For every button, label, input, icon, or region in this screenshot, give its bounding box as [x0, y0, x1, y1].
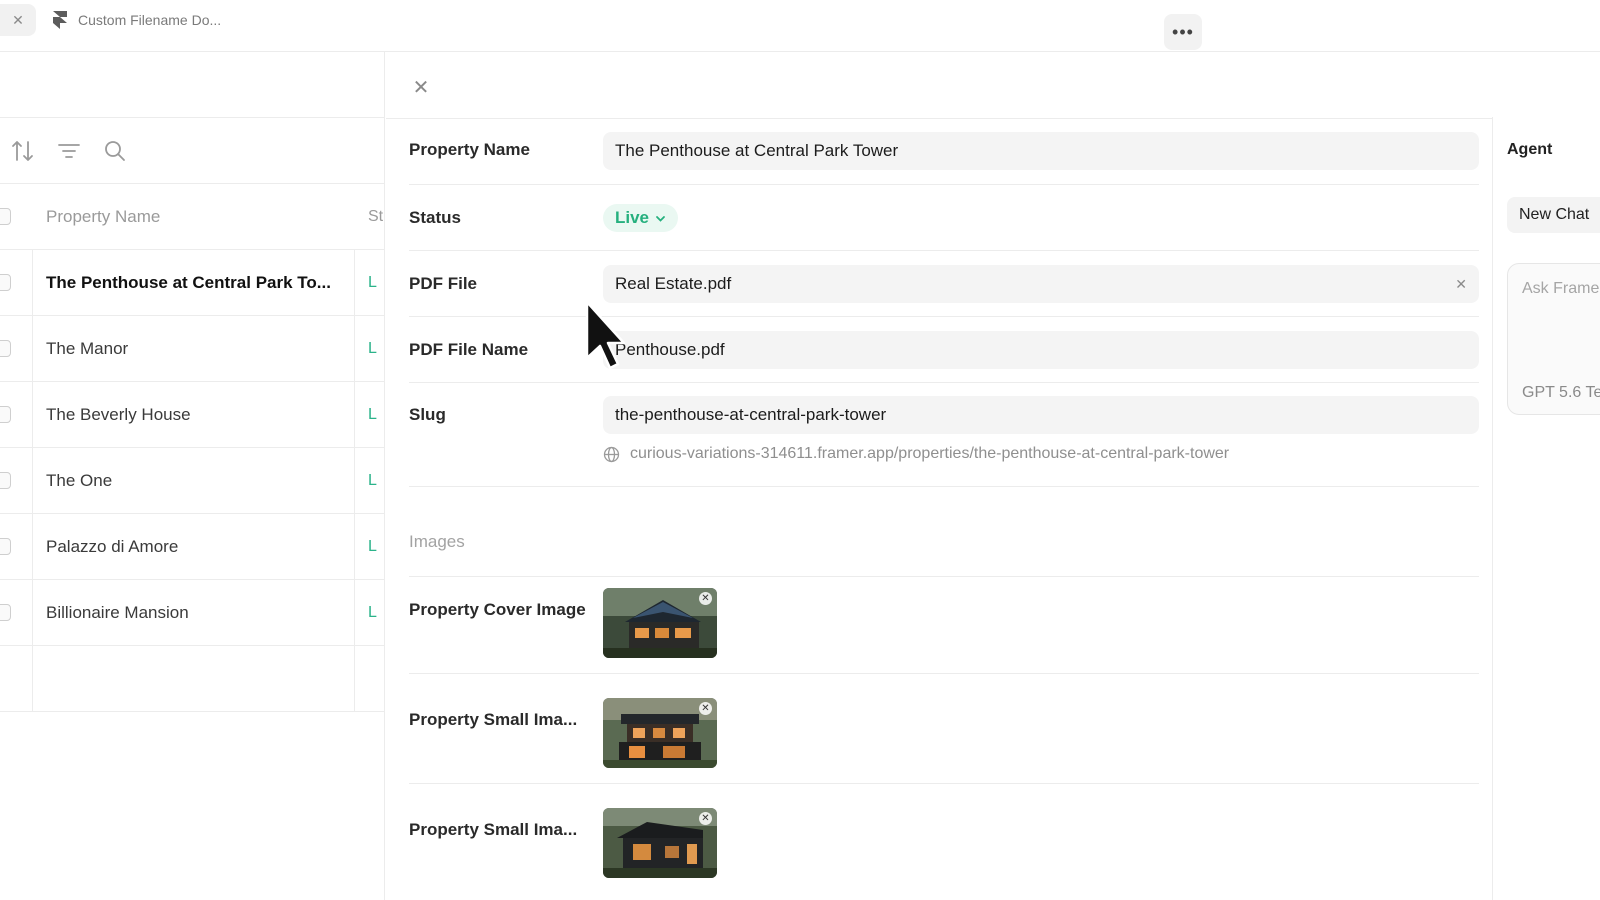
- tab-title: Custom Filename Do...: [78, 12, 222, 28]
- field-label: Property Cover Image: [409, 600, 586, 619]
- sort-icon[interactable]: [10, 138, 36, 164]
- row-name: The Manor: [46, 338, 129, 358]
- search-icon[interactable]: [102, 138, 128, 164]
- ellipsis-icon: •••: [1172, 21, 1194, 42]
- list-toolbar: [0, 118, 384, 184]
- field-slug: Slug the-penthouse-at-central-park-tower…: [409, 383, 1479, 487]
- cover-image-thumbnail[interactable]: ✕: [603, 588, 717, 658]
- slug-url-preview[interactable]: curious-variations-314611.framer.app/pro…: [603, 445, 1229, 463]
- row-name: Palazzo di Amore: [46, 536, 179, 556]
- select-all-checkbox[interactable]: [0, 208, 11, 225]
- status-value: Live: [615, 208, 650, 227]
- field-label: Slug: [409, 405, 446, 424]
- row-checkbox[interactable]: [0, 406, 11, 423]
- chevron-down-icon: [656, 215, 665, 222]
- close-tab-button[interactable]: ✕: [0, 4, 36, 36]
- divider: [409, 673, 1479, 674]
- field-status: Status Live: [409, 185, 1479, 251]
- row-name: The Beverly House: [46, 404, 191, 424]
- column-header-property-name[interactable]: Property Name: [46, 207, 160, 227]
- new-chat-button[interactable]: New Chat: [1507, 197, 1600, 233]
- agent-panel: Agent New Chat Ask Frame GPT 5.6 Te: [1492, 117, 1600, 900]
- row-status: L: [368, 405, 377, 423]
- status-dropdown[interactable]: Live: [603, 204, 679, 232]
- column-divider: [354, 250, 355, 712]
- field-label: Property Name: [409, 140, 530, 159]
- field-label: Property Small Ima...: [409, 820, 578, 839]
- table-header-row: Property Name St: [0, 184, 384, 250]
- table-row[interactable]: The Penthouse at Central Park To... L: [0, 250, 384, 316]
- input-value: the-penthouse-at-central-park-tower: [615, 405, 887, 424]
- input-value: Real Estate.pdf: [615, 274, 732, 293]
- slug-input[interactable]: the-penthouse-at-central-park-tower: [603, 396, 1479, 434]
- field-label: Property Small Ima...: [409, 710, 578, 729]
- row-status: L: [368, 603, 377, 621]
- remove-image-icon[interactable]: ✕: [699, 812, 712, 825]
- table-row[interactable]: Palazzo di Amore L: [0, 514, 384, 580]
- tab-bar: ✕ Custom Filename Do...: [0, 0, 1600, 52]
- row-name: Billionaire Mansion: [46, 602, 189, 622]
- close-editor-button[interactable]: ✕: [410, 76, 432, 99]
- model-selector[interactable]: GPT 5.6 Te: [1522, 384, 1600, 402]
- close-icon: ✕: [412, 76, 430, 99]
- close-icon: ✕: [12, 11, 24, 28]
- row-status: L: [368, 273, 377, 291]
- agent-chat-input[interactable]: Ask Frame GPT 5.6 Te: [1507, 263, 1600, 415]
- remove-image-icon[interactable]: ✕: [699, 702, 712, 715]
- globe-icon: [603, 446, 620, 462]
- agent-title: Agent: [1507, 141, 1553, 158]
- field-pdf-file: PDF File Real Estate.pdf ✕: [409, 251, 1479, 317]
- table-row[interactable]: The One L: [0, 448, 384, 514]
- field-label: Status: [409, 208, 461, 227]
- remove-image-icon[interactable]: ✕: [699, 592, 712, 605]
- collection-list: Property Name St The Penthouse at Centra…: [0, 52, 385, 900]
- list-header-spacer: [0, 52, 384, 118]
- framer-logo-icon: [53, 11, 67, 29]
- field-property-name: Property Name The Penthouse at Central P…: [409, 117, 1479, 185]
- row-checkbox[interactable]: [0, 340, 11, 357]
- small-image-thumbnail[interactable]: ✕: [603, 808, 717, 878]
- column-header-status[interactable]: St: [368, 208, 383, 226]
- table-row[interactable]: Billionaire Mansion L: [0, 580, 384, 646]
- more-options-button[interactable]: •••: [1164, 14, 1202, 50]
- small-image-thumbnail[interactable]: ✕: [603, 698, 717, 768]
- table-row[interactable]: The Manor L: [0, 316, 384, 382]
- mouse-cursor-icon: [585, 300, 626, 370]
- row-checkbox[interactable]: [0, 472, 11, 489]
- row-status: L: [368, 537, 377, 555]
- property-name-input[interactable]: The Penthouse at Central Park Tower: [603, 132, 1479, 170]
- row-checkbox[interactable]: [0, 274, 11, 291]
- pdf-file-name-input[interactable]: Penthouse.pdf: [603, 331, 1479, 369]
- slug-url: curious-variations-314611.framer.app/pro…: [630, 445, 1230, 462]
- field-label: PDF File Name: [409, 340, 529, 359]
- table-row[interactable]: The Beverly House L: [0, 382, 384, 448]
- filter-icon[interactable]: [56, 138, 82, 164]
- empty-row: [0, 646, 384, 712]
- chat-placeholder: Ask Frame: [1522, 280, 1600, 297]
- row-name: The Penthouse at Central Park To...: [46, 272, 331, 292]
- tab-custom-filename[interactable]: Custom Filename Do...: [52, 8, 221, 32]
- row-name: The One: [46, 470, 113, 490]
- divider: [409, 783, 1479, 784]
- pdf-file-input[interactable]: Real Estate.pdf ✕: [603, 265, 1479, 303]
- row-status: L: [368, 339, 377, 357]
- input-value: The Penthouse at Central Park Tower: [615, 141, 899, 160]
- field-pdf-file-name: PDF File Name Penthouse.pdf: [409, 317, 1479, 383]
- clear-file-icon[interactable]: ✕: [1455, 276, 1467, 293]
- row-checkbox[interactable]: [0, 538, 11, 555]
- row-checkbox[interactable]: [0, 604, 11, 621]
- divider: [409, 576, 1479, 577]
- column-divider: [32, 250, 33, 712]
- new-chat-label: New Chat: [1519, 206, 1590, 223]
- row-status: L: [368, 471, 377, 489]
- input-value: Penthouse.pdf: [615, 340, 725, 359]
- field-label: PDF File: [409, 274, 478, 293]
- images-section-title: Images: [409, 532, 465, 551]
